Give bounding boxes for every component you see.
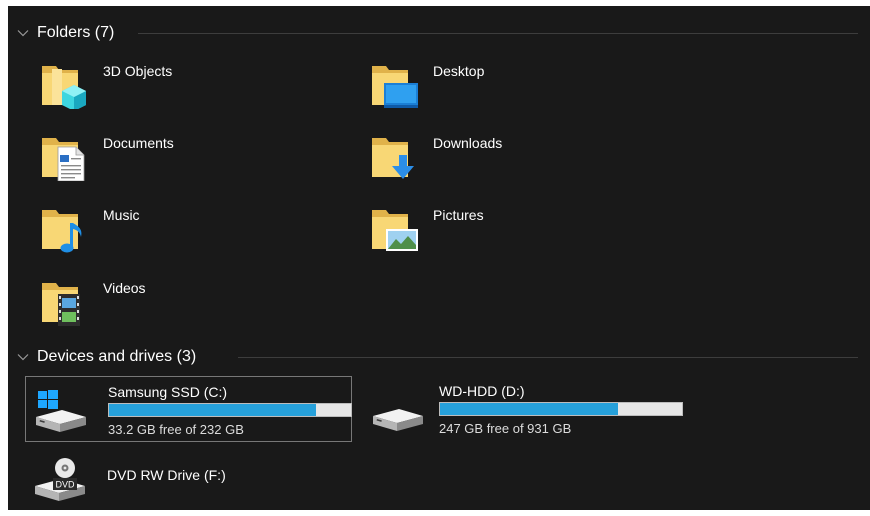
drive-c-usage-fill	[109, 404, 317, 416]
folder-label: Videos	[103, 280, 146, 296]
group-divider	[238, 357, 858, 358]
drive-c-free-space: 33.2 GB free of 232 GB	[108, 422, 244, 437]
hard-drive-icon	[373, 409, 423, 431]
chevron-down-icon[interactable]	[16, 350, 30, 364]
pictures-folder-icon	[372, 210, 418, 251]
drive-d-name: WD-HDD (D:)	[439, 383, 525, 399]
videos-folder-icon	[42, 283, 80, 326]
drive-c-tile[interactable]: Samsung SSD (C:) 33.2 GB free of 232 GB	[25, 376, 352, 442]
folder-label: Documents	[103, 135, 174, 151]
downloads-folder-icon	[372, 138, 414, 179]
folder-desktop[interactable]: Desktop	[370, 61, 670, 115]
drive-c-name: Samsung SSD (C:)	[108, 384, 228, 400]
drive-d-usage-bar	[439, 402, 683, 416]
group-divider	[138, 33, 858, 34]
folder-pictures[interactable]: Pictures	[370, 205, 670, 259]
folders-group-title: Folders (7)	[37, 24, 125, 42]
file-explorer-content: Folders (7) 3D Objects Desktop Documents…	[8, 6, 870, 510]
folder-videos[interactable]: Videos	[40, 278, 340, 332]
3d-objects-folder-icon	[42, 66, 86, 109]
dvd-drive-icon: DVD	[35, 458, 85, 501]
drive-d-tile[interactable]: WD-HDD (D:) 247 GB free of 931 GB	[355, 376, 683, 440]
devices-group-header[interactable]: Devices and drives (3)	[8, 344, 870, 372]
drive-c-usage-bar	[108, 403, 352, 417]
folder-label: Desktop	[433, 63, 485, 79]
folder-downloads[interactable]: Downloads	[370, 133, 670, 187]
drive-f-name: DVD RW Drive (F:)	[107, 467, 226, 483]
documents-folder-icon	[42, 138, 85, 181]
dvd-icon-text: DVD	[55, 480, 75, 490]
folder-label: Pictures	[433, 207, 484, 223]
desktop-folder-icon	[372, 66, 418, 108]
folder-label: 3D Objects	[103, 63, 173, 79]
windows-system-drive-icon	[36, 390, 86, 432]
drive-f-tile[interactable]: DVD DVD RW Drive (F:)	[25, 450, 350, 510]
folders-group-header[interactable]: Folders (7)	[8, 20, 870, 48]
folder-label: Downloads	[433, 135, 503, 151]
devices-group-title: Devices and drives (3)	[37, 348, 207, 366]
folder-documents[interactable]: Documents	[40, 133, 340, 187]
music-folder-icon	[42, 210, 82, 253]
folder-3d-objects[interactable]: 3D Objects	[40, 61, 340, 115]
drive-d-free-space: 247 GB free of 931 GB	[439, 421, 572, 436]
folder-music[interactable]: Music	[40, 205, 340, 259]
folder-label: Music	[103, 207, 140, 223]
drive-d-usage-fill	[440, 403, 618, 415]
chevron-down-icon[interactable]	[16, 26, 30, 40]
